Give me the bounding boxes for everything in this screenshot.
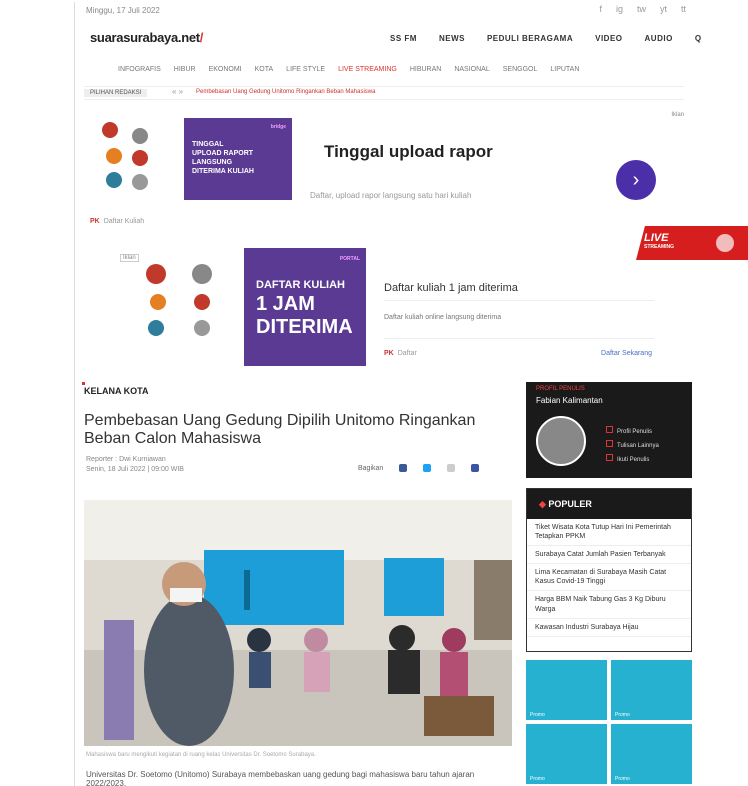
email-share-icon[interactable] <box>471 464 480 472</box>
tiktok-icon[interactable]: tt <box>681 4 686 14</box>
ticker-nav[interactable]: « » <box>172 87 183 96</box>
nav-video[interactable]: VIDEO <box>595 34 622 43</box>
partner-logos <box>136 260 216 340</box>
product-ad[interactable]: Promo <box>611 660 692 720</box>
ad-promo-tile: PORTAL DAFTAR KULIAH 1 JAM DITERIMA <box>244 248 366 366</box>
author-name[interactable]: Fabian Kalimantan <box>536 396 603 405</box>
product-ad[interactable]: Promo <box>526 724 607 784</box>
nav-peduli[interactable]: PEDULI BERAGAMA <box>487 34 573 43</box>
popular-item[interactable]: Kawasan Industri Surabaya Hijau <box>527 619 691 637</box>
article-headline: Pembebasan Uang Gedung Dipilih Unitomo R… <box>84 412 476 447</box>
subnav-item[interactable]: LIFE STYLE <box>286 66 325 73</box>
record-icon <box>716 234 734 252</box>
news-ticker: PILIHAN REDAKSI « » Pembebasan Uang Gedu… <box>84 86 684 100</box>
subnav-item[interactable]: SENGGOL <box>503 66 538 73</box>
link-share-icon[interactable] <box>447 464 456 472</box>
ad-footer: PK Daftar Kuliah <box>90 218 145 225</box>
author[interactable]: Reporter : Dwi Kurniawan <box>86 456 166 463</box>
subnav-item[interactable]: LIPUTAN <box>550 66 579 73</box>
twitter-icon[interactable]: tw <box>637 4 646 14</box>
product-ad[interactable]: Promo <box>611 724 692 784</box>
sidebar-ads: Promo Promo Promo Promo <box>526 660 692 784</box>
photo-illustration <box>84 500 512 746</box>
popular-item[interactable]: Surabaya Catat Jumlah Pasien Terbanyak <box>527 546 691 565</box>
popular-box: ◆ POPULER Tiket Wisata Kota Tutup Hari I… <box>526 488 692 652</box>
product-ad[interactable]: Promo <box>526 660 607 720</box>
author-link[interactable]: Profil Penulis <box>606 426 659 435</box>
publish-date: Senin, 18 Juli 2022 | 09:00 WIB <box>86 466 184 473</box>
author-tag: PROFIL PENULIS <box>536 386 585 392</box>
ad-description: Daftar, upload rapor langsung satu hari … <box>310 191 472 200</box>
search-icon[interactable]: Q <box>695 34 702 43</box>
divider <box>384 338 654 339</box>
ad-mark: Iklan <box>671 112 684 118</box>
article-category[interactable]: KELANA KOTA <box>82 382 149 396</box>
ad-title: Tinggal upload rapor <box>324 142 493 161</box>
share-label: Bagikan <box>358 464 384 472</box>
main-nav: SS FM NEWS PEDULI BERAGAMA VIDEO AUDIO Q <box>390 34 702 43</box>
author-links: Profil Penulis Tulisan Lainnya Ikuti Pen… <box>606 426 659 468</box>
ad-banner-middle[interactable]: Iklan PORTAL DAFTAR KULIAH 1 JAM DITERIM… <box>120 248 668 372</box>
article-body: Universitas Dr. Soetomo (Unitomo) Suraba… <box>86 770 475 786</box>
ad-cta-link[interactable]: Daftar Sekarang <box>601 350 652 357</box>
divider <box>384 300 654 301</box>
chevron-right-icon[interactable]: › <box>616 160 656 200</box>
site-logo[interactable]: suarasurabaya.net/ <box>90 30 203 45</box>
popular-header: ◆ POPULER <box>527 489 691 519</box>
youtube-icon[interactable]: yt <box>660 4 667 14</box>
article-photo <box>84 500 512 746</box>
ad-title: Daftar kuliah 1 jam diterima <box>384 282 518 294</box>
current-date: Minggu, 17 Juli 2022 <box>86 6 160 15</box>
ticker-label: PILIHAN REDAKSI <box>84 89 148 97</box>
photo-caption: Mahasiswa baru mengikuti kegiatan di rua… <box>86 752 316 758</box>
subnav-item[interactable]: NASIONAL <box>454 66 489 73</box>
social-links: f ig tw yt tt <box>599 4 686 14</box>
sub-nav: INFOGRAFIS HIBUR EKONOMI KOTA LIFE STYLE… <box>118 66 579 73</box>
nav-audio[interactable]: AUDIO <box>645 34 673 43</box>
subnav-item[interactable]: HIBUR <box>174 66 196 73</box>
avatar <box>536 416 586 466</box>
facebook-icon[interactable]: f <box>599 4 602 14</box>
ad-description: Daftar kuliah online langsung diterima <box>384 314 502 321</box>
ad-banner-top[interactable]: bridge TINGGAL UPLOAD RAPORT LANGSUNG DI… <box>84 110 692 234</box>
author-link[interactable]: Ikuti Penulis <box>606 454 659 463</box>
share-bar: Bagikan <box>358 464 480 472</box>
twitter-share-icon[interactable] <box>423 464 432 472</box>
nav-ssfm[interactable]: SS FM <box>390 34 417 43</box>
subnav-item[interactable]: EKONOMI <box>209 66 242 73</box>
subnav-item[interactable]: KOTA <box>255 66 274 73</box>
ad-promo-tile: bridge TINGGAL UPLOAD RAPORT LANGSUNG DI… <box>184 118 292 200</box>
author-card: PROFIL PENULIS Fabian Kalimantan Profil … <box>526 382 692 478</box>
popular-item[interactable]: Harga BBM Naik Tabung Gas 3 Kg Diburu Wa… <box>527 591 691 619</box>
nav-news[interactable]: NEWS <box>439 34 465 43</box>
ad-footer: PK Daftar <box>384 350 417 357</box>
popular-item[interactable]: Tiket Wisata Kota Tutup Hari Ini Pemerin… <box>527 519 691 547</box>
instagram-icon[interactable]: ig <box>616 4 623 14</box>
subnav-item[interactable]: HIBURAN <box>410 66 442 73</box>
article-byline: Reporter : Dwi Kurniawan Senin, 18 Juli … <box>86 456 184 473</box>
facebook-share-icon[interactable] <box>399 464 408 472</box>
author-link[interactable]: Tulisan Lainnya <box>606 440 659 449</box>
ticker-text[interactable]: Pembebasan Uang Gedung Unitomo Ringankan… <box>196 89 375 95</box>
popular-item[interactable]: Lima Kecamatan di Surabaya Masih Catat K… <box>527 564 691 592</box>
top-bar: Minggu, 17 Juli 2022 f ig tw yt tt <box>86 4 686 18</box>
partner-logos <box>102 122 182 202</box>
subnav-live[interactable]: LIVE STREAMING <box>338 66 397 73</box>
subnav-item[interactable]: INFOGRAFIS <box>118 66 161 73</box>
